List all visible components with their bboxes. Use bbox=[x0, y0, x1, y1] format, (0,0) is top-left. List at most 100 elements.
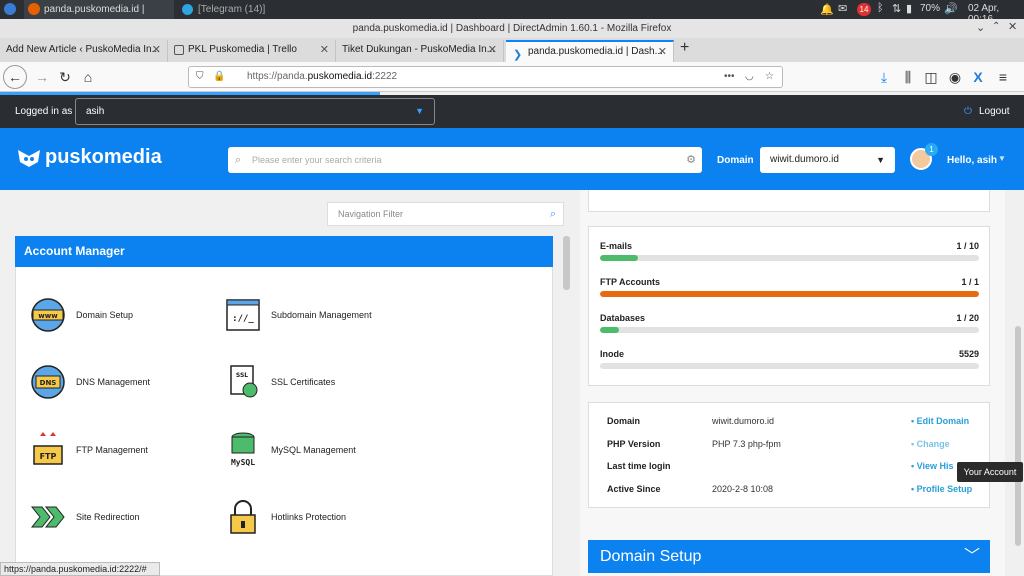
task-firefox[interactable]: panda.puskomedia.id | Dash... bbox=[24, 0, 174, 34]
previous-card bbox=[588, 190, 990, 212]
pocket-icon[interactable]: ◡ bbox=[745, 67, 754, 87]
volume-icon[interactable]: 🔊 bbox=[944, 2, 958, 15]
maximize-icon[interactable]: ⌃ bbox=[992, 21, 1000, 32]
usage-value: 1 / 1 bbox=[961, 277, 979, 287]
info-row-last-login: Last time login • View His bbox=[607, 461, 977, 475]
ftp-icon-text: FTP bbox=[40, 452, 57, 461]
domain-select[interactable]: wiwit.dumoro.id ▼ bbox=[760, 147, 895, 173]
telegram-tray-badge[interactable]: 14 bbox=[857, 3, 871, 16]
database-icon: MySQL bbox=[225, 432, 261, 468]
mysql-management-label: MySQL Management bbox=[271, 445, 356, 455]
dns-globe-icon: DNS bbox=[30, 364, 66, 400]
library-icon[interactable]: ⫼ bbox=[898, 68, 918, 88]
chevron-down-icon[interactable]: ﹀ bbox=[964, 540, 980, 573]
ftp-management-link[interactable]: FTP FTP Management bbox=[30, 430, 210, 470]
navigation-filter-input[interactable]: Navigation Filter ⌕ bbox=[327, 202, 564, 226]
new-tab-button[interactable]: + bbox=[680, 39, 689, 57]
usage-value: 1 / 20 bbox=[956, 313, 979, 323]
ftp-management-label: FTP Management bbox=[76, 445, 148, 455]
bluetooth-icon[interactable]: ᛒ bbox=[877, 2, 884, 14]
mysql-management-link[interactable]: MySQL MySQL Management bbox=[225, 430, 425, 470]
tab-label: PKL Puskomedia | Trello bbox=[188, 44, 297, 55]
usage-bar bbox=[600, 291, 979, 297]
usage-inode: Inode 5529 bbox=[600, 349, 979, 369]
tab-trello[interactable]: PKL Puskomedia | Trello ✕ bbox=[168, 40, 336, 62]
task-telegram[interactable]: [Telegram (14)] bbox=[178, 0, 298, 19]
downloads-icon[interactable]: ⤓ bbox=[874, 68, 894, 88]
minimize-icon[interactable]: ⌄ bbox=[976, 21, 985, 34]
close-window-icon[interactable]: ✕ bbox=[1008, 20, 1017, 33]
mail-icon[interactable]: ✉ bbox=[838, 2, 847, 15]
sidebar-icon[interactable]: ◫ bbox=[921, 68, 941, 88]
info-value: PHP 7.3 php-fpm bbox=[712, 439, 781, 449]
tab-panda-dashboard[interactable]: ❯ panda.puskomedia.id | Dash... ✕ bbox=[506, 40, 674, 62]
padlock-icon bbox=[225, 499, 261, 535]
forward-button[interactable]: → bbox=[32, 68, 52, 88]
url-bar[interactable]: ⛉ 🔒 https://panda.puskomedia.id:2222 •••… bbox=[188, 66, 783, 88]
page-scrollbar-thumb[interactable] bbox=[1015, 326, 1021, 546]
shield-icon[interactable]: ⛉ bbox=[196, 67, 204, 87]
subdomain-management-link[interactable]: ://_ Subdomain Management bbox=[225, 295, 425, 335]
user-select[interactable]: asih ▼ bbox=[75, 98, 435, 125]
domain-label: Domain bbox=[717, 155, 754, 166]
reload-button[interactable]: ↻ bbox=[55, 68, 75, 88]
profile-setup-link[interactable]: • Profile Setup bbox=[911, 484, 972, 494]
usage-ftp-accounts: FTP Accounts 1 / 1 bbox=[600, 277, 979, 297]
edit-domain-link[interactable]: • Edit Domain bbox=[911, 416, 969, 426]
back-button[interactable]: ← bbox=[3, 65, 27, 89]
navigation-filter-placeholder: Navigation Filter bbox=[338, 209, 404, 219]
search-input[interactable]: ⌕ Please enter your search criteria ⚙ bbox=[228, 147, 702, 173]
logout-link[interactable]: Logout bbox=[979, 106, 1010, 117]
tab-tiket-dukungan[interactable]: Tiket Dukungan - PuskoMedia In... ✕ bbox=[336, 40, 504, 62]
power-icon[interactable]: ⏻ bbox=[964, 106, 972, 117]
notification-badge[interactable]: 1 bbox=[925, 143, 938, 156]
app-menu-icon[interactable] bbox=[4, 3, 16, 15]
close-tab-icon[interactable]: ✕ bbox=[320, 40, 329, 60]
bookmark-star-icon[interactable]: ☆ bbox=[765, 67, 774, 87]
lock-icon[interactable]: 🔒 bbox=[213, 67, 225, 87]
change-php-link[interactable]: • Change bbox=[911, 439, 950, 449]
user-greeting[interactable]: Hello, asih bbox=[947, 155, 997, 166]
chevron-down-icon: ▼ bbox=[415, 106, 424, 116]
dns-management-link[interactable]: DNS DNS Management bbox=[30, 362, 210, 402]
ftp-icon: FTP bbox=[30, 432, 66, 468]
bell-icon[interactable]: 🔔 bbox=[820, 3, 834, 16]
user-select-value: asih bbox=[86, 106, 105, 117]
battery-icon: ▮ bbox=[906, 3, 913, 15]
menu-icon[interactable]: ≡ bbox=[993, 68, 1013, 88]
search-icon: ⌕ bbox=[235, 154, 242, 166]
home-button[interactable]: ⌂ bbox=[78, 68, 98, 88]
close-tab-icon[interactable]: ✕ bbox=[488, 40, 497, 60]
usage-fill bbox=[600, 327, 619, 333]
tab-add-article[interactable]: Add New Article ‹ PuskoMedia In... ✕ bbox=[0, 40, 168, 62]
battery-percent: 70% bbox=[920, 3, 941, 14]
usage-databases: Databases 1 / 20 bbox=[600, 313, 979, 333]
ssl-certificates-label: SSL Certificates bbox=[271, 377, 336, 387]
trello-icon bbox=[174, 45, 184, 55]
brand-logo[interactable]: puskomedia bbox=[45, 146, 162, 169]
status-bar-url: https://panda.puskomedia.id:2222/# bbox=[0, 562, 160, 576]
ssl-icon-text: SSL bbox=[236, 372, 248, 379]
usage-emails: E-mails 1 / 10 bbox=[600, 241, 979, 261]
network-transfer-icon[interactable]: ⇅ bbox=[892, 2, 901, 15]
domain-setup-header[interactable]: Domain Setup ﹀ bbox=[588, 540, 990, 573]
left-scrollbar-thumb[interactable] bbox=[563, 236, 570, 290]
site-redirection-label: Site Redirection bbox=[76, 512, 140, 522]
chevron-down-icon[interactable]: ▼ bbox=[998, 154, 1006, 163]
close-tab-icon[interactable]: ✕ bbox=[152, 40, 161, 60]
extension-x-icon[interactable]: X bbox=[968, 68, 988, 88]
firefox-icon bbox=[28, 3, 40, 15]
domain-setup-link[interactable]: www Domain Setup bbox=[30, 295, 210, 335]
usage-bar bbox=[600, 363, 979, 369]
close-tab-icon[interactable]: ✕ bbox=[658, 42, 667, 62]
account-manager-header[interactable]: Account Manager bbox=[15, 236, 553, 267]
hotlinks-protection-link[interactable]: Hotlinks Protection bbox=[225, 497, 425, 537]
page-actions-icon[interactable]: ••• bbox=[724, 67, 735, 87]
domain-select-value: wiwit.dumoro.id bbox=[770, 154, 839, 165]
site-redirection-link[interactable]: Site Redirection bbox=[30, 497, 210, 537]
view-history-link[interactable]: • View His bbox=[911, 461, 954, 471]
account-icon[interactable]: ◉ bbox=[945, 68, 965, 88]
gear-icon[interactable]: ⚙ bbox=[686, 147, 696, 173]
chevron-down-icon: ▼ bbox=[876, 155, 885, 165]
ssl-certificates-link[interactable]: SSL SSL Certificates bbox=[225, 362, 425, 402]
